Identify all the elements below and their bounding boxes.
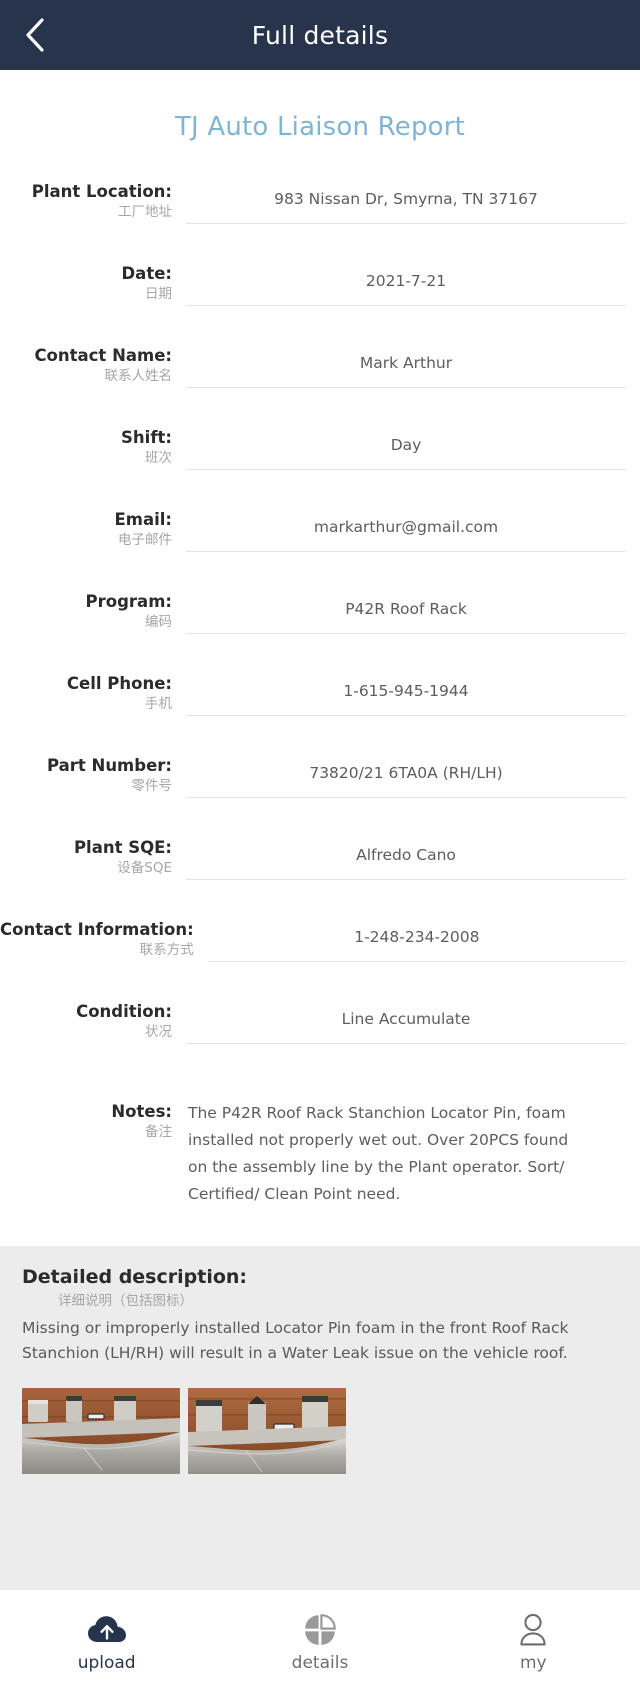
grid-petals-icon [304, 1613, 336, 1647]
photo-thumbnail[interactable] [22, 1388, 180, 1474]
field-label: Contact Information: 联系方式 [0, 916, 208, 960]
form-row: Email: 电子邮件 markarthur@gmail.com [0, 506, 626, 588]
field-value: 1-615-945-1944 [343, 681, 469, 700]
form-row: Cell Phone: 手机 1-615-945-1944 [0, 670, 626, 752]
notes-label-cn: 备注 [145, 1124, 172, 1140]
details-form: Plant Location: 工厂地址 983 Nissan Dr, Smyr… [0, 178, 640, 1220]
notes-label: Notes: 备注 [0, 1100, 186, 1142]
tab-label-upload: upload [77, 1652, 136, 1673]
tab-upload[interactable]: upload [0, 1613, 213, 1673]
report-title: TJ Auto Liaison Report [174, 112, 466, 142]
roof-rack-stanchion-photo-1 [22, 1388, 180, 1474]
field-label-en: Email: [114, 510, 172, 529]
field-label: Shift: 班次 [0, 424, 186, 468]
notes-text: The P42R Roof Rack Stanchion Locator Pin… [188, 1104, 569, 1203]
field-value: 983 Nissan Dr, Smyrna, TN 37167 [274, 189, 538, 208]
field-value: Line Accumulate [341, 1009, 471, 1028]
field-label-en: Contact Information: [0, 920, 194, 939]
form-row: Shift: 班次 Day [0, 424, 626, 506]
field-value: Alfredo Cano [356, 845, 456, 864]
field-label-en: Plant Location: [31, 182, 172, 201]
field-label-cn: 编码 [145, 614, 172, 630]
form-row: Plant Location: 工厂地址 983 Nissan Dr, Smyr… [0, 178, 626, 260]
field-value-input[interactable]: 983 Nissan Dr, Smyrna, TN 37167 [186, 180, 626, 224]
field-label-en: Date: [121, 264, 172, 283]
field-value-input[interactable]: 1-248-234-2008 [207, 918, 626, 962]
field-label-cn: 联系方式 [139, 942, 194, 958]
field-label-cn: 电子邮件 [118, 532, 172, 548]
field-label: Condition: 状况 [0, 998, 186, 1042]
field-label: Part Number: 零件号 [0, 752, 186, 796]
field-label-en: Part Number: [46, 756, 172, 775]
tab-label-my: my [520, 1652, 547, 1673]
field-label-en: Program: [85, 592, 172, 611]
field-value-input[interactable]: Mark Arthur [186, 344, 626, 388]
app-header: Full details [0, 0, 640, 70]
field-label-en: Condition: [76, 1002, 172, 1021]
field-value: Day [390, 435, 422, 454]
bottom-tab-bar: upload details my [0, 1590, 640, 1695]
field-label: Cell Phone: 手机 [0, 670, 186, 714]
page-title: Full details [251, 20, 389, 50]
detailed-description-panel: Detailed description: 详细说明（包括图标） Missing… [0, 1246, 640, 1590]
field-label-cn: 班次 [145, 450, 172, 466]
field-value: 73820/21 6TA0A (RH/LH) [309, 763, 503, 782]
form-row: Contact Name: 联系人姓名 Mark Arthur [0, 342, 626, 424]
form-row: Program: 编码 P42R Roof Rack [0, 588, 626, 670]
detailed-description-heading-cn: 详细说明（包括图标） [58, 1293, 193, 1309]
field-label: Date: 日期 [0, 260, 186, 304]
field-label-en: Cell Phone: [66, 674, 172, 693]
field-label-en: Shift: [121, 428, 172, 447]
field-label: Plant Location: 工厂地址 [0, 178, 186, 222]
detailed-description-text: Missing or improperly installed Locator … [22, 1319, 569, 1362]
field-value-input[interactable]: 1-615-945-1944 [186, 672, 626, 716]
notes-label-en: Notes: [111, 1102, 172, 1121]
app-screen: Full details TJ Auto Liaison Report Plan… [0, 0, 640, 1695]
page-body: TJ Auto Liaison Report Plant Location: 工… [0, 70, 640, 1695]
field-value: 1-248-234-2008 [354, 927, 480, 946]
form-row: Contact Information: 联系方式 1-248-234-2008 [0, 916, 626, 998]
field-value-input[interactable]: 2021-7-21 [186, 262, 626, 306]
field-value-input[interactable]: markarthur@gmail.com [186, 508, 626, 552]
notes-row: Notes: 备注 The P42R Roof Rack Stanchion L… [0, 1100, 626, 1220]
field-label: Plant SQE: 设备SQE [0, 834, 186, 878]
field-value: markarthur@gmail.com [313, 517, 499, 536]
field-label-cn: 日期 [145, 286, 172, 302]
field-value-input[interactable]: Alfredo Cano [186, 836, 626, 880]
person-outline-icon [518, 1613, 548, 1647]
notes-value-input[interactable]: The P42R Roof Rack Stanchion Locator Pin… [186, 1100, 626, 1208]
form-row: Plant SQE: 设备SQE Alfredo Cano [0, 834, 626, 916]
tab-details[interactable]: details [213, 1613, 426, 1673]
field-label-cn: 状况 [145, 1024, 172, 1040]
roof-rack-stanchion-photo-2 [188, 1388, 346, 1474]
field-label: Contact Name: 联系人姓名 [0, 342, 186, 386]
photo-thumbnail[interactable] [188, 1388, 346, 1474]
detailed-description-heading-en: Detailed description: [22, 1266, 248, 1288]
form-row: Date: 日期 2021-7-21 [0, 260, 626, 342]
photo-gallery [22, 1366, 618, 1474]
field-label-en: Plant SQE: [73, 838, 172, 857]
field-label: Program: 编码 [0, 588, 186, 632]
field-label-cn: 工厂地址 [118, 204, 172, 220]
chevron-left-icon [22, 15, 48, 55]
field-value-input[interactable]: 73820/21 6TA0A (RH/LH) [186, 754, 626, 798]
field-value: 2021-7-21 [365, 271, 447, 290]
field-label-cn: 手机 [145, 696, 172, 712]
field-label-cn: 零件号 [131, 778, 173, 794]
cloud-upload-icon [87, 1613, 127, 1647]
field-value: Mark Arthur [359, 353, 453, 372]
field-label: Email: 电子邮件 [0, 506, 186, 550]
field-label-cn: 联系人姓名 [104, 368, 173, 384]
field-value-input[interactable]: P42R Roof Rack [186, 590, 626, 634]
tab-my[interactable]: my [427, 1613, 640, 1673]
field-value-input[interactable]: Line Accumulate [186, 1000, 626, 1044]
form-row: Condition: 状况 Line Accumulate [0, 998, 626, 1080]
back-button[interactable] [0, 0, 70, 70]
field-value: P42R Roof Rack [345, 599, 467, 618]
tab-label-details: details [291, 1652, 349, 1673]
field-value-input[interactable]: Day [186, 426, 626, 470]
form-row: Part Number: 零件号 73820/21 6TA0A (RH/LH) [0, 752, 626, 834]
field-label-cn: 设备SQE [117, 860, 172, 876]
field-label-en: Contact Name: [34, 346, 172, 365]
